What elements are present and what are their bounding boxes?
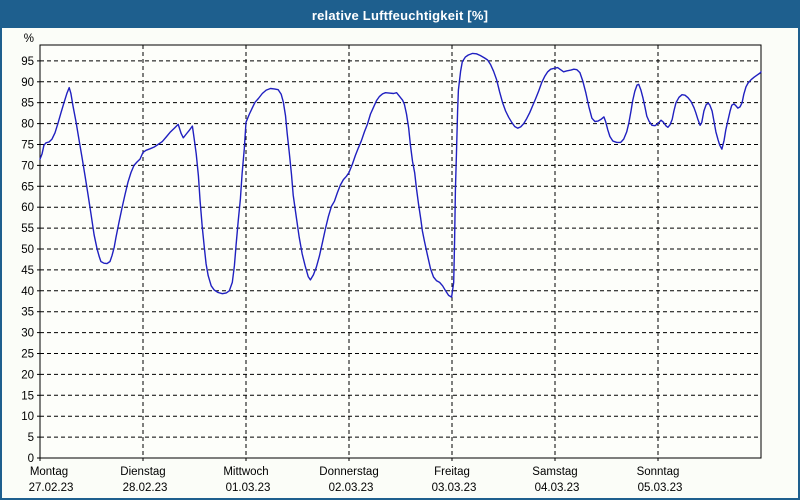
y-tick-label: 80 xyxy=(21,119,34,131)
y-tick-label: 95 xyxy=(21,56,34,68)
y-tick-label: 20 xyxy=(21,369,34,381)
window-title: relative Luftfeuchtigkeit [%] xyxy=(311,7,489,23)
y-tick-label: 0 xyxy=(28,453,34,465)
y-tick-label: 25 xyxy=(21,348,34,360)
day-date-label: 03.03.23 xyxy=(432,482,477,494)
window-titlebar: relative Luftfeuchtigkeit [%] xyxy=(2,2,798,28)
y-tick-label: 60 xyxy=(21,202,34,214)
day-name-label: Freitag xyxy=(434,466,470,478)
day-date-label: 04.03.23 xyxy=(535,482,580,494)
y-tick-label: 40 xyxy=(21,286,34,298)
day-name-label: Sonntag xyxy=(637,466,680,478)
day-name-label: Dienstag xyxy=(120,466,165,478)
y-tick-label: 70 xyxy=(21,160,34,172)
humidity-line-chart: 0 5 10 15 20 25 30 35 40 45 50 55 60 65 70 75 80 85 90 95% M… xyxy=(21,33,762,494)
y-tick-label: 15 xyxy=(21,390,34,402)
y-tick-label: 50 xyxy=(21,244,34,256)
plot-background xyxy=(40,45,761,458)
day-date-label: 02.03.23 xyxy=(329,482,374,494)
day-name-label: Donnerstag xyxy=(319,466,378,478)
y-tick-label: 55 xyxy=(21,223,34,235)
day-name-label: Samstag xyxy=(532,466,577,478)
app-window: relative Luftfeuchtigkeit [%] 0 5 10 15 20 25… xyxy=(0,0,800,500)
y-tick-label: 10 xyxy=(21,411,34,423)
day-date-label: 28.02.23 xyxy=(123,482,168,494)
day-name-label: Mittwoch xyxy=(223,466,268,478)
y-tick-label: 75 xyxy=(21,139,34,151)
y-tick-label: 35 xyxy=(21,307,34,319)
y-tick-label: 30 xyxy=(21,328,34,340)
day-date-label: 05.03.23 xyxy=(638,482,683,494)
y-tick-label: 5 xyxy=(28,432,34,444)
day-date-label: 01.03.23 xyxy=(226,482,271,494)
y-tick-label: 85 xyxy=(21,98,34,110)
y-tick-label: 90 xyxy=(21,77,34,89)
y-axis-unit-label: % xyxy=(24,33,34,45)
day-date-label: 27.02.23 xyxy=(29,482,74,494)
y-tick-label: 45 xyxy=(21,265,34,277)
humidity-chart: 0 5 10 15 20 25 30 35 40 45 50 55 60 65 70 75 80 85 90 95% M… xyxy=(2,28,798,498)
day-name-label: Montag xyxy=(30,466,68,478)
y-tick-label: 65 xyxy=(21,181,34,193)
